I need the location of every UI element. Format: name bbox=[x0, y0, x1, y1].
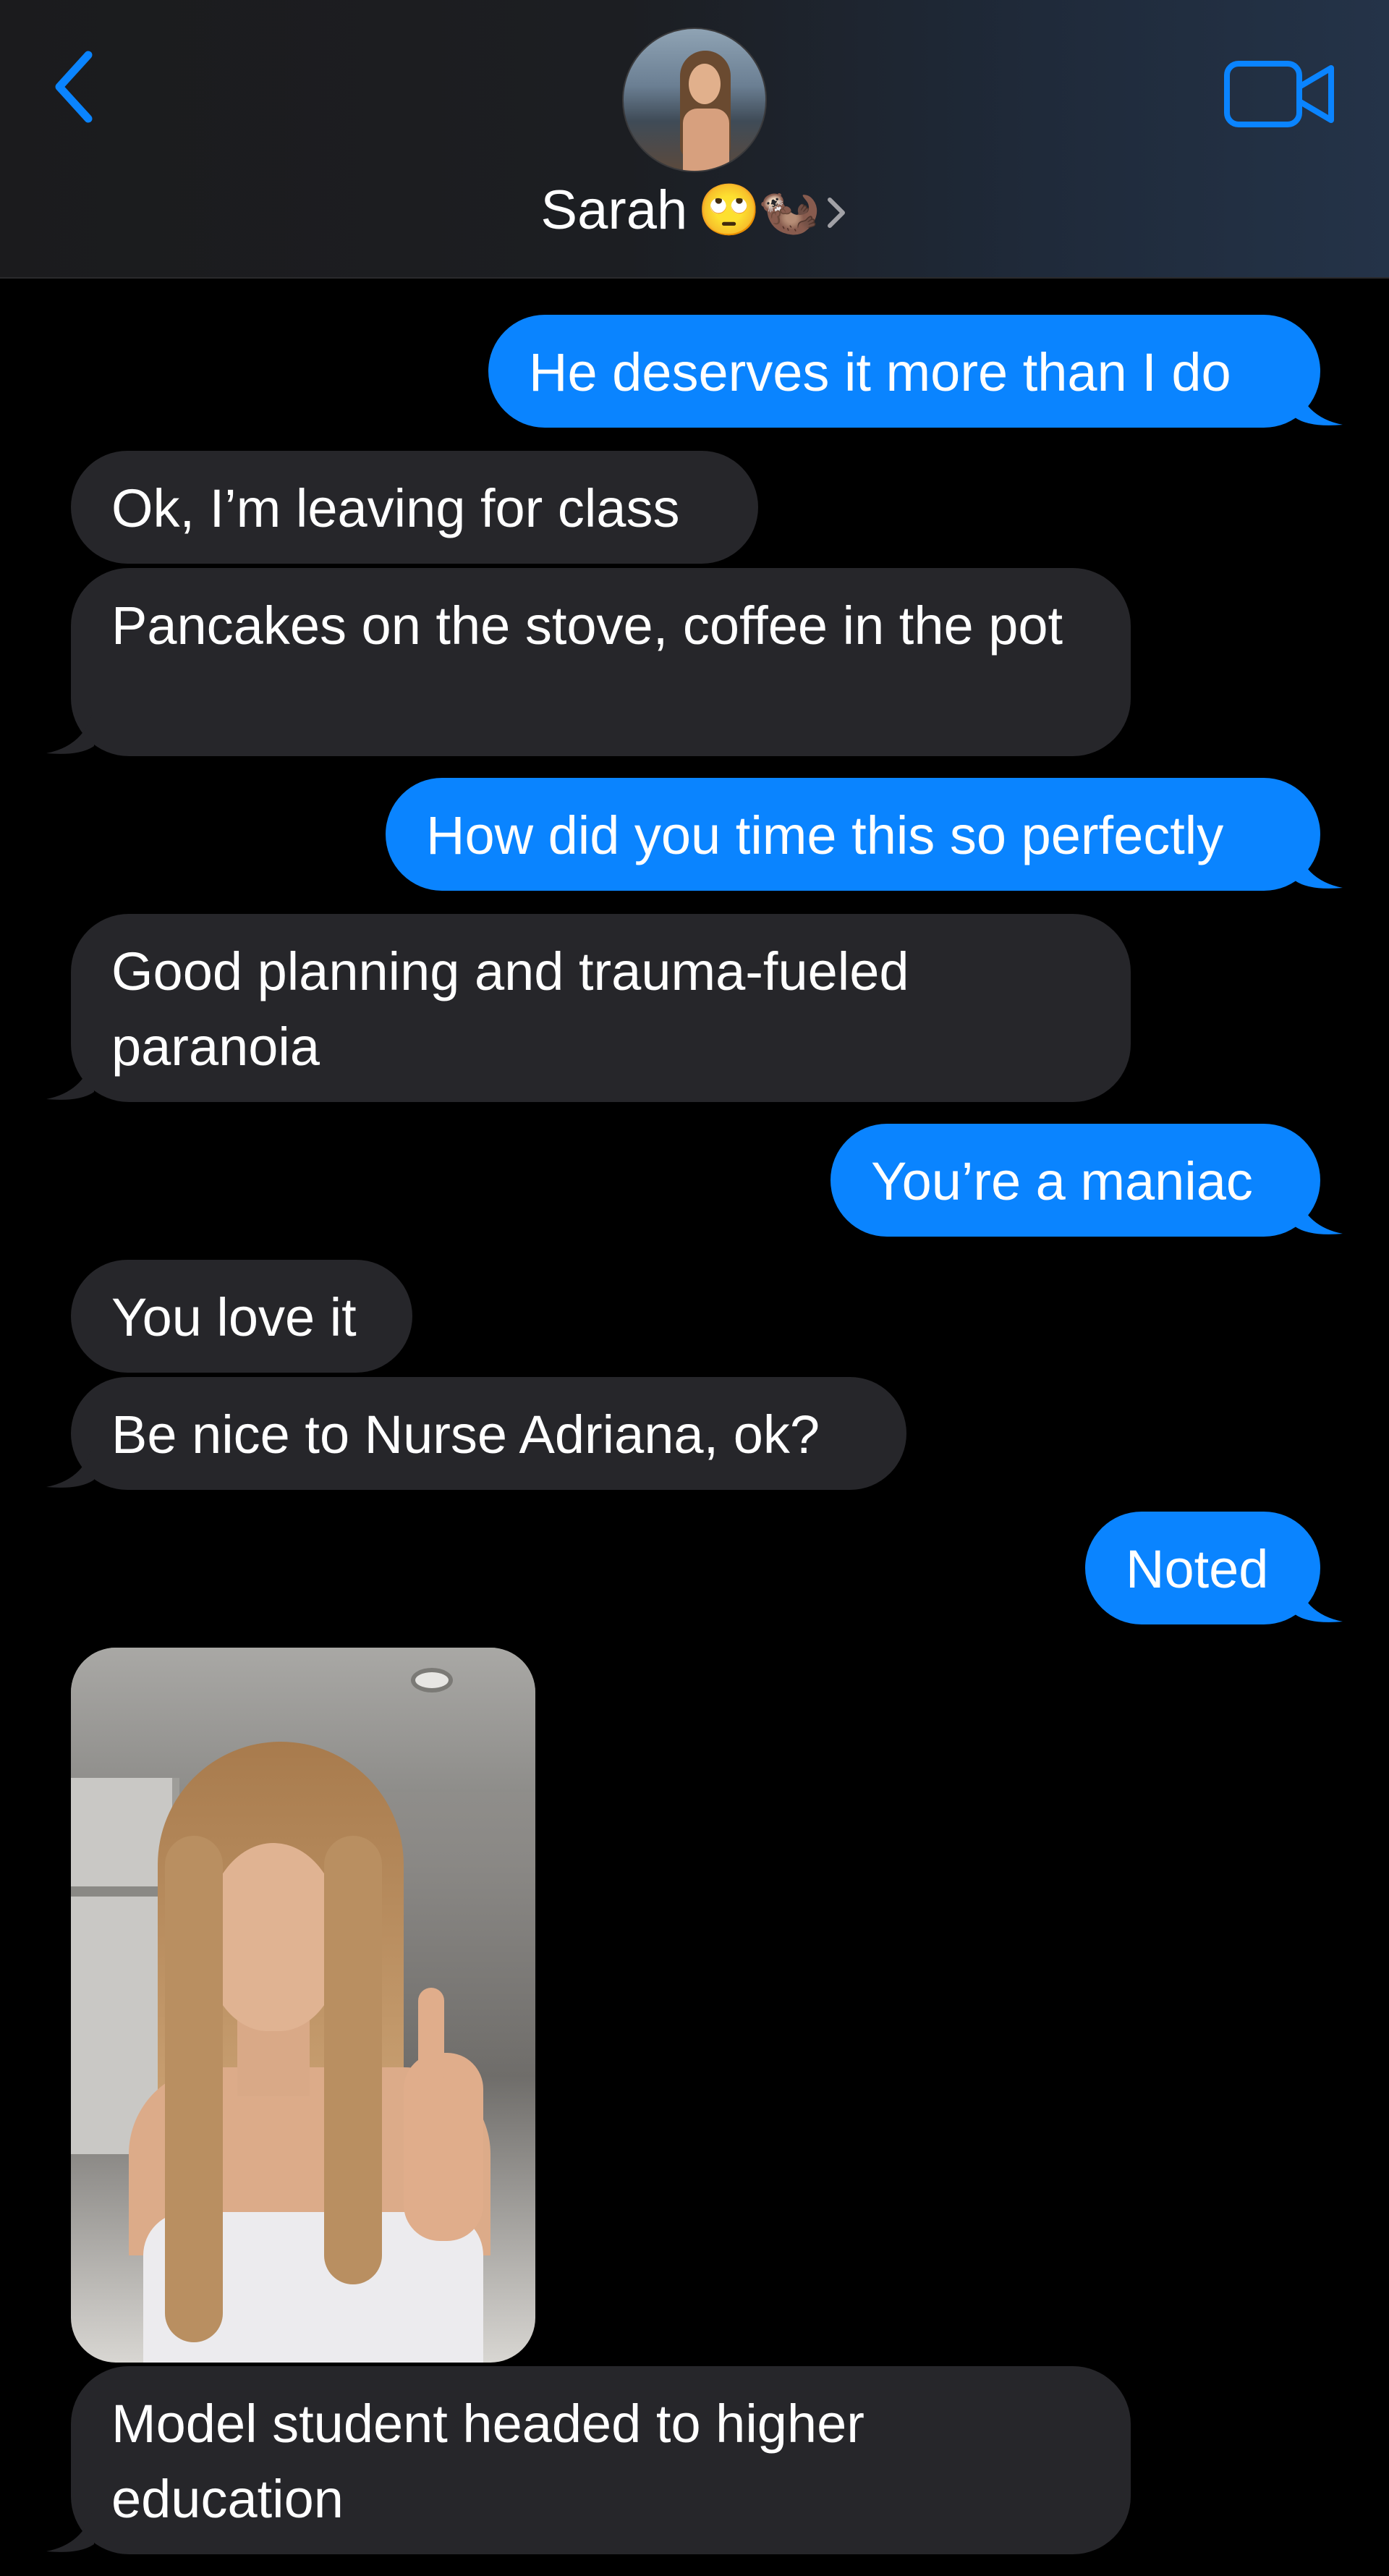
received-message[interactable]: Pancakes on the stove, coffee in the pot bbox=[71, 568, 1131, 756]
received-message[interactable]: Be nice to Nurse Adriana, ok? bbox=[71, 1377, 906, 1490]
bubble-tail bbox=[46, 1439, 94, 1488]
message-text: How did you time this so perfectly bbox=[426, 805, 1224, 865]
received-message[interactable]: Ok, I’m leaving for class bbox=[71, 451, 758, 564]
video-call-button[interactable] bbox=[1223, 58, 1338, 130]
chevron-left-icon bbox=[55, 51, 93, 123]
bubble-tail bbox=[46, 706, 94, 754]
message-text: Pancakes on the stove, coffee in the pot bbox=[111, 596, 1063, 656]
bubble-tail bbox=[1295, 1574, 1343, 1622]
sent-message[interactable]: You’re a maniac bbox=[831, 1124, 1320, 1237]
sent-message[interactable]: He deserves it more than I do bbox=[488, 315, 1320, 428]
received-message[interactable]: Model student headed to higher education bbox=[71, 2366, 1131, 2554]
contact-avatar[interactable] bbox=[622, 27, 767, 172]
chevron-right-icon bbox=[827, 198, 845, 228]
conversation-header: Sarah 🙄 🦦 bbox=[0, 0, 1389, 279]
sent-message[interactable]: Noted bbox=[1085, 1512, 1320, 1624]
bubble-tail bbox=[1295, 1186, 1343, 1234]
back-button[interactable] bbox=[43, 43, 109, 130]
sent-message[interactable]: How did you time this so perfectly bbox=[386, 778, 1320, 891]
bubble-tail bbox=[1295, 377, 1343, 425]
bubble-tail bbox=[1295, 840, 1343, 889]
message-text: Good planning and trauma-fueled paranoia bbox=[111, 941, 909, 1077]
bubble-tail bbox=[46, 1051, 94, 1100]
message-text: You’re a maniac bbox=[871, 1151, 1253, 1211]
received-message[interactable]: Good planning and trauma-fueled paranoia bbox=[71, 914, 1131, 1102]
contact-name-button[interactable]: Sarah 🙄 🦦 bbox=[0, 177, 1389, 242]
eye-roll-emoji: 🙄 bbox=[697, 182, 761, 238]
video-camera-icon bbox=[1224, 61, 1334, 127]
otter-emoji: 🦦 bbox=[757, 182, 821, 238]
contact-name: Sarah bbox=[540, 179, 688, 241]
ceiling-light bbox=[411, 1668, 453, 1692]
message-text: Noted bbox=[1126, 1539, 1269, 1599]
bubble-tail bbox=[46, 2504, 94, 2552]
message-text: Model student headed to higher education bbox=[111, 2394, 865, 2529]
received-message[interactable]: You love it bbox=[71, 1260, 412, 1373]
photo-attachment[interactable] bbox=[71, 1648, 535, 2363]
message-text: Ok, I’m leaving for class bbox=[111, 478, 680, 538]
message-text: You love it bbox=[111, 1287, 357, 1347]
message-text: Be nice to Nurse Adriana, ok? bbox=[111, 1404, 820, 1465]
message-text: He deserves it more than I do bbox=[529, 342, 1231, 402]
